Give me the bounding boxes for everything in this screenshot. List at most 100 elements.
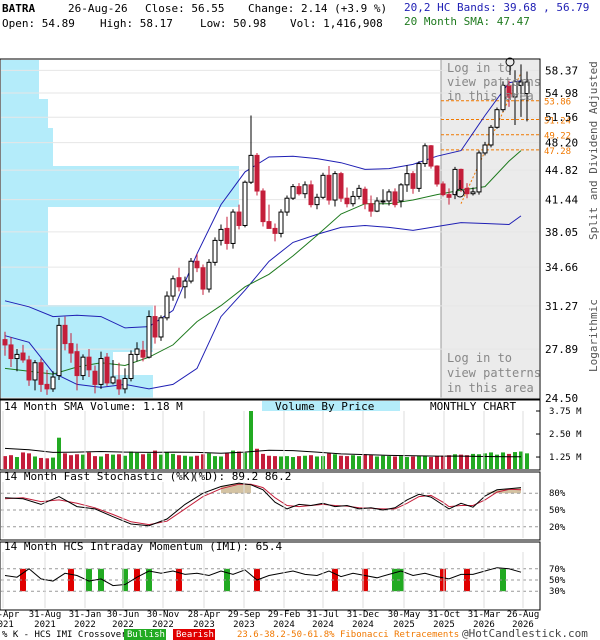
login-promo-line: in this area [447, 89, 534, 103]
volume-bar [21, 452, 25, 469]
date-label-year: 2022 [112, 620, 134, 630]
price-tick-label: 41.44 [545, 194, 578, 207]
volume-by-price-bar [1, 166, 239, 207]
volume-bar [345, 456, 349, 469]
candle-body-up [230, 211, 236, 244]
volume-bar [39, 457, 43, 469]
date-label-year: 2022 [152, 620, 174, 630]
volume-by-price-bar [1, 99, 48, 128]
candle-body-down [116, 379, 122, 390]
candle-body-down [236, 211, 242, 226]
volume-bar [255, 448, 259, 469]
volume-bar [261, 453, 265, 469]
volume-bar [135, 452, 139, 469]
volume-bar [117, 454, 121, 469]
stochastic-tick-label: 20% [549, 523, 566, 533]
volume-bar [375, 456, 379, 469]
volume-bar [99, 456, 103, 469]
date-label-day: 31-Oct [428, 610, 461, 620]
footer-crossover-label: % K - HCS IMI Crossover: [2, 630, 132, 640]
volume-bar [51, 457, 55, 469]
date-label-day: 26-Aug [507, 610, 540, 620]
candle-body-down [92, 370, 98, 385]
logarithmic-label: Logarithmic [587, 299, 600, 372]
momentum-panel-title: 14 Month HCS Intraday Momentum (IMI): 65… [4, 540, 283, 553]
candle-body-up [170, 278, 176, 297]
price-tick-label: 34.66 [545, 261, 578, 274]
volume-bar [129, 451, 133, 469]
volume-bar [507, 453, 511, 469]
login-promo-line: view patterns [447, 366, 541, 380]
volume-bar [111, 454, 115, 469]
copyright-text[interactable]: @HotCandlestick.com [462, 627, 588, 640]
candle-body-down [38, 362, 44, 385]
candle-body-down [434, 165, 440, 185]
price-tick-label: 31.27 [545, 300, 578, 313]
candle-body-up [32, 362, 38, 381]
candle-body-down [254, 154, 260, 192]
volume-bar [219, 456, 223, 469]
candle-body-up [302, 184, 308, 195]
candle-body-up [356, 187, 362, 197]
candle-body-down [326, 174, 332, 201]
candle-body-down [368, 203, 374, 212]
volume-bar [285, 456, 289, 469]
candle-body-down [44, 383, 50, 390]
price-tick-label: 54.98 [545, 87, 578, 100]
candle-body-up [242, 181, 248, 226]
candle-body-up [482, 144, 488, 154]
low-price: Low: 50.98 [200, 17, 266, 30]
date-label-year: 2023 [233, 620, 255, 630]
volume-bar [351, 455, 355, 469]
candle-body-down [8, 344, 14, 360]
date-label-day: 30-Jun [107, 610, 140, 620]
volume-tick-label: 3.75 M [549, 407, 582, 417]
date-label-day: 31-Jul [307, 610, 340, 620]
momentum-tick-label: 50% [549, 576, 566, 586]
volume-bar [33, 456, 37, 469]
candle-body-up [218, 228, 224, 241]
candle-body-down [74, 351, 80, 377]
candle-body-down [2, 339, 8, 346]
volume-bar [3, 456, 7, 469]
date-label-day: 31-Jan [69, 610, 102, 620]
hc-bands-value: 20,2 HC Bands: 39.68 , 56.79 [404, 1, 589, 14]
candle-body-up [128, 353, 134, 379]
open-price: Open: 54.89 [2, 17, 75, 30]
volume-bar [333, 454, 337, 469]
candle-body-up [146, 316, 152, 358]
ticker-symbol: BATRA [2, 2, 35, 15]
volume-bar [525, 453, 529, 469]
stochastic-tick-label: 50% [549, 506, 566, 516]
date-label-day: 31-Aug [29, 610, 62, 620]
candle-body-up [50, 376, 56, 390]
volume-bar [297, 456, 301, 469]
candle-body-up [386, 191, 392, 202]
stochastic-y-axis: 80% 50% 20% [549, 489, 566, 533]
volume-bar [75, 454, 79, 469]
candle-body-up [188, 260, 194, 282]
volume-bar [369, 455, 373, 469]
candle-body-down [62, 324, 68, 345]
candle-body-up [290, 186, 296, 199]
candle-body-down [428, 145, 434, 167]
bullish-label: Bullish [127, 630, 165, 640]
candle-body-up [212, 239, 218, 263]
volume-bar [153, 450, 157, 469]
volume-bar [393, 456, 397, 469]
chart-header: BATRA 26-Aug-26 Close: 56.55 Change: 2.1… [2, 1, 589, 30]
volume-bar [57, 437, 61, 469]
login-promo-line: Log in to [447, 351, 512, 365]
volume-bar [93, 456, 97, 469]
volume-bar [429, 457, 433, 469]
price-tick-label: 48.20 [545, 137, 578, 150]
volume-bar [267, 455, 271, 469]
date-label-day: 29-Feb [268, 610, 301, 620]
date-label-year: 2025 [393, 620, 415, 630]
date-label-day: 31-Mar [468, 610, 501, 620]
volume-bar [417, 456, 421, 469]
candle-body-down [68, 343, 74, 354]
candle-body-up [278, 211, 284, 234]
volume-bar [69, 455, 73, 469]
candle-body-up [56, 324, 62, 377]
